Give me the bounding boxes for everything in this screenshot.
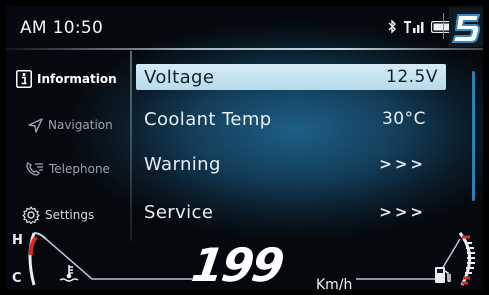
gear-icon [22,206,40,224]
gauge-panel: H C 199 Km/h [6,225,483,290]
list-item-warning[interactable]: Warning >>> [136,151,446,177]
sidebar-item-navigation[interactable]: Navigation [28,113,113,137]
speed-unit: Km/h [316,277,353,290]
coolant-temp-icon [59,265,79,282]
status-icons [388,19,455,34]
phone-icon [26,162,43,176]
sidebar-item-information[interactable]: Information [16,67,117,91]
list-item-label: Voltage [144,66,215,88]
list-item-value: 12.5V [386,67,438,87]
navigation-arrow-icon [28,117,43,133]
gear-indicator-5-icon [449,7,483,47]
sidebar-item-label: Information [37,72,117,86]
list-item-service[interactable]: Service >>> [136,199,446,225]
header-divider [6,48,483,50]
list-item-arrows: >>> [379,155,426,173]
list-item-value: 30°C [381,109,426,129]
status-bar: AM 10:50 [6,5,483,49]
list-item-coolant-temp[interactable]: Coolant Temp 30°C [136,106,446,132]
fuel-pump-icon [435,267,451,283]
speed-readout: 199 [188,238,286,290]
list-item-label: Warning [144,153,221,175]
sidebar-item-label: Navigation [48,118,113,132]
sidebar-item-label: Telephone [49,162,110,176]
temp-high-label: H [12,233,23,248]
info-icon [16,70,32,88]
bluetooth-icon [388,19,396,34]
list-scrollbar[interactable] [472,71,475,201]
sidebar-item-settings[interactable]: Settings [22,203,94,227]
sidebar-divider [130,51,132,241]
status-divider [443,13,444,39]
sidebar: Information Navigation Telephone Setting… [6,51,130,241]
list-item-voltage[interactable]: Voltage 12.5V [136,64,446,90]
sidebar-item-telephone[interactable]: Telephone [26,157,110,181]
list-item-label: Coolant Temp [144,108,272,130]
sidebar-item-label: Settings [45,208,95,222]
clock: AM 10:50 [20,18,104,38]
dashboard-display: AM 10:50 Information Navigation Telephon… [6,5,483,290]
list-item-label: Service [144,201,214,223]
signal-icon [404,20,424,33]
list-item-arrows: >>> [379,203,426,221]
temp-low-label: C [12,271,22,286]
